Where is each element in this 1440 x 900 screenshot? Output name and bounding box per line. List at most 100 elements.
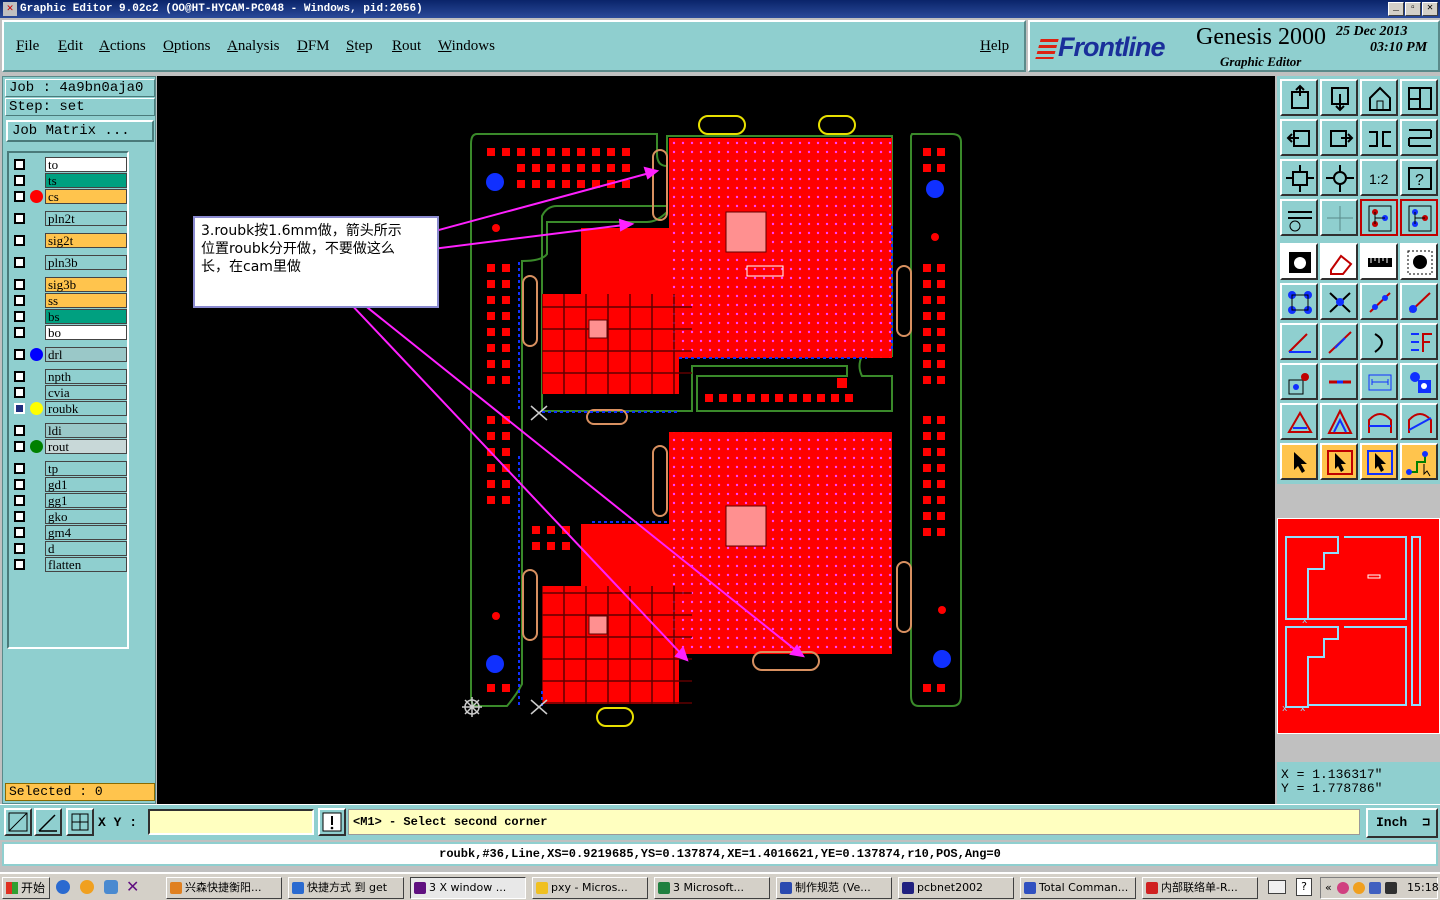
layer-row-gg1[interactable]: gg1 xyxy=(11,493,127,508)
task-button[interactable]: 3 Microsoft... xyxy=(654,877,770,899)
layer-name[interactable]: flatten xyxy=(45,557,127,572)
pad-add-icon[interactable] xyxy=(1280,363,1318,400)
diagonal-line-icon[interactable] xyxy=(1320,323,1358,360)
close-button[interactable]: ✕ xyxy=(1422,2,1438,16)
menu-rout[interactable]: Rout xyxy=(392,38,421,55)
layer-row-ss[interactable]: ss xyxy=(11,293,127,308)
layer-checkbox[interactable] xyxy=(14,559,25,570)
layer-name[interactable]: bo xyxy=(45,325,127,340)
layer-row-pln3b[interactable]: pln3b xyxy=(11,255,127,270)
menu-windows[interactable]: Windows xyxy=(438,38,495,55)
pointer-icon[interactable] xyxy=(1280,443,1318,480)
layer-checkbox[interactable] xyxy=(14,235,25,246)
layer-name[interactable]: ts xyxy=(45,173,127,188)
layer-row-drl[interactable]: drl xyxy=(11,347,127,362)
horizontal-line-icon[interactable] xyxy=(1320,363,1358,400)
menu-edit[interactable]: Edit xyxy=(58,38,83,55)
layer-row-sig2t[interactable]: sig2t xyxy=(11,233,127,248)
layer-name[interactable]: gd1 xyxy=(45,477,127,492)
line-end-icon[interactable] xyxy=(1400,283,1438,320)
layer-name[interactable]: sig3b xyxy=(45,277,127,292)
layer-row-pln2t[interactable]: pln2t xyxy=(11,211,127,226)
menu-actions[interactable]: Actions xyxy=(99,38,146,55)
layers-on-icon[interactable] xyxy=(1360,199,1398,236)
layer-checkbox[interactable] xyxy=(14,543,25,554)
task-button[interactable]: 制作规范 (Ve... xyxy=(776,877,892,899)
layer-name[interactable]: to xyxy=(45,157,127,172)
layer-checkbox[interactable] xyxy=(14,511,25,522)
layers-off-icon[interactable] xyxy=(1400,199,1438,236)
fit-screen-icon[interactable] xyxy=(1280,159,1318,196)
measure-distance-icon[interactable] xyxy=(1360,363,1398,400)
start-button[interactable]: 开始 xyxy=(2,877,50,899)
layer-row-roubk[interactable]: roubk xyxy=(11,401,127,416)
app-icon[interactable]: ✕ xyxy=(3,2,17,16)
ruler-icon[interactable] xyxy=(1360,243,1398,280)
job-matrix-button[interactable]: Job Matrix ... xyxy=(6,120,154,142)
pointer-box-icon[interactable] xyxy=(1320,443,1358,480)
menu-analysis[interactable]: Analysis xyxy=(227,38,280,55)
clock-app-icon[interactable] xyxy=(80,880,94,894)
layer-checkbox[interactable] xyxy=(14,191,25,202)
pan-left-icon[interactable] xyxy=(1280,119,1318,156)
layer-name[interactable]: roubk xyxy=(45,401,127,416)
layer-name[interactable]: pln3b xyxy=(45,255,127,270)
layer-checkbox[interactable] xyxy=(14,495,25,506)
layer-name[interactable]: cvia xyxy=(45,385,127,400)
ie-icon[interactable] xyxy=(56,880,70,894)
units-selector[interactable]: Inch ⊐ xyxy=(1366,808,1438,838)
window-split-icon[interactable] xyxy=(1400,79,1438,116)
layer-checkbox[interactable] xyxy=(14,441,25,452)
angle-icon[interactable] xyxy=(1280,323,1318,360)
layer-name[interactable]: npth xyxy=(45,369,127,384)
arch-tilt-icon[interactable] xyxy=(1400,403,1438,440)
task-button[interactable]: 兴森快捷衡阳... xyxy=(166,877,282,899)
task-button-active[interactable]: 3 X window ... xyxy=(410,877,526,899)
layer-row-gm4[interactable]: gm4 xyxy=(11,525,127,540)
arch-icon[interactable] xyxy=(1360,403,1398,440)
tray-app-icon[interactable] xyxy=(1353,882,1365,894)
graphic-canvas[interactable]: 3.roubk按1.6mm做，箭头所示 位置roubk分开做，不要做这么 长，在… xyxy=(157,76,1275,804)
overview-map[interactable]: x x x xyxy=(1277,518,1440,734)
task-button[interactable]: pcbnet2002 xyxy=(898,877,1014,899)
layer-checkbox[interactable] xyxy=(14,213,25,224)
layer-checkbox[interactable] xyxy=(14,257,25,268)
layer-row-ts[interactable]: ts xyxy=(11,173,127,188)
grid-icon[interactable] xyxy=(1320,199,1358,236)
layer-name[interactable]: gko xyxy=(45,509,127,524)
tray-expand-icon[interactable]: « xyxy=(1325,878,1332,898)
layer-checkbox[interactable] xyxy=(14,311,25,322)
menu-help[interactable]: Help xyxy=(980,38,1009,55)
maximize-button[interactable]: ▫ xyxy=(1405,2,1421,16)
layer-name[interactable]: bs xyxy=(45,309,127,324)
layer-row-to[interactable]: to xyxy=(11,157,127,172)
layer-name[interactable]: d xyxy=(45,541,127,556)
explorer-icon[interactable] xyxy=(104,880,118,894)
layer-checkbox[interactable] xyxy=(14,479,25,490)
layer-row-bs[interactable]: bs xyxy=(11,309,127,324)
palette-icon[interactable] xyxy=(1280,199,1318,236)
layer-checkbox[interactable] xyxy=(14,159,25,170)
scale-1to2-icon[interactable]: 1:2 xyxy=(1360,159,1398,196)
flip-icon[interactable] xyxy=(1360,119,1398,156)
menu-options[interactable]: Options xyxy=(163,38,211,55)
triangle-icon[interactable] xyxy=(1280,403,1318,440)
layer-checkbox[interactable] xyxy=(14,279,25,290)
layer-name[interactable]: gg1 xyxy=(45,493,127,508)
zoom-home-icon[interactable] xyxy=(1280,79,1318,116)
layer-checkbox[interactable] xyxy=(14,387,25,398)
connect-nodes-icon[interactable] xyxy=(1280,283,1318,320)
zoom-down-icon[interactable] xyxy=(1320,79,1358,116)
layer-row-flatten[interactable]: flatten xyxy=(11,557,127,572)
layer-checkbox[interactable] xyxy=(14,295,25,306)
layer-row-sig3b[interactable]: sig3b xyxy=(11,277,127,292)
layer-name[interactable]: cs xyxy=(45,189,127,204)
xy-input[interactable] xyxy=(148,809,314,835)
arc-icon[interactable] xyxy=(1360,323,1398,360)
house-icon[interactable] xyxy=(1360,79,1398,116)
circle-select-icon[interactable] xyxy=(1400,243,1438,280)
layer-row-d[interactable]: d xyxy=(11,541,127,556)
layer-row-gko[interactable]: gko xyxy=(11,509,127,524)
text-f-icon[interactable] xyxy=(1400,323,1438,360)
menu-file[interactable]: File xyxy=(16,38,39,55)
